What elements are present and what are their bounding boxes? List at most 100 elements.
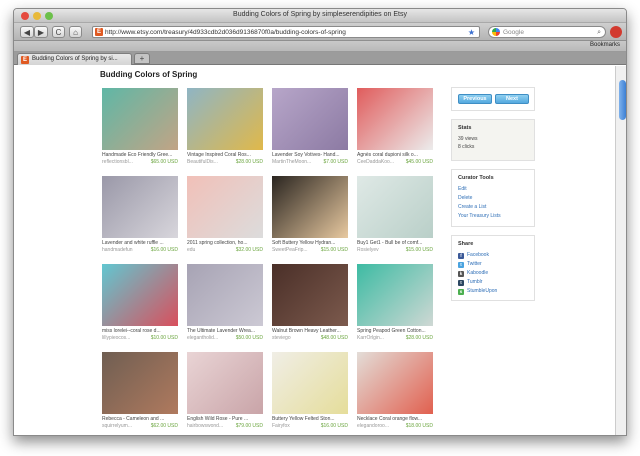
treasury-item[interactable]: English Wild Rose - Pure ... hairbowswond… xyxy=(185,350,265,432)
item-shop[interactable]: steviego xyxy=(272,335,291,341)
stumbleupon-icon: s xyxy=(458,288,464,295)
share-tumblr-link[interactable]: t Tumblr xyxy=(458,278,534,287)
treasury-item[interactable]: Lavender Soy Votives- Hand... MartinTheMo… xyxy=(270,86,350,168)
tab-active[interactable]: E Budding Colors of Spring by si... xyxy=(17,53,132,65)
scrollbar-thumb[interactable] xyxy=(619,80,626,120)
treasury-item[interactable]: Walnut Brown Heavy Leather... steviego $48… xyxy=(270,262,350,344)
item-thumbnail[interactable] xyxy=(272,176,348,238)
item-thumbnail[interactable] xyxy=(357,352,433,414)
treasury-item[interactable]: Rebecca - Cameleon and ... squirrelyum...… xyxy=(100,350,180,432)
tumblr-icon: t xyxy=(458,279,464,286)
item-thumbnail[interactable] xyxy=(357,176,433,238)
item-title[interactable]: Agnès coral dupioni silk o... xyxy=(357,152,433,158)
item-shop[interactable]: BeautifulDis... xyxy=(187,159,218,165)
item-price: $79.00 USD xyxy=(235,423,263,429)
item-thumbnail[interactable] xyxy=(102,88,178,150)
treasury-item[interactable]: 2011 spring collection, ho... edu $32.00 U… xyxy=(185,174,265,256)
delete-link[interactable]: Delete xyxy=(458,194,534,203)
item-title[interactable]: Lavender and white ruffle ... xyxy=(102,240,178,246)
item-meta: KarrOrlgin... $28.00 USD xyxy=(357,335,433,341)
item-shop[interactable]: lillypieocos... xyxy=(102,335,130,341)
treasury-item[interactable]: Spring Peapod Green Cotton... KarrOrlgin.… xyxy=(355,262,435,344)
share-facebook-link[interactable]: f Facebook xyxy=(458,251,534,260)
item-title[interactable]: Spring Peapod Green Cotton... xyxy=(357,328,433,334)
bookmark-star-icon[interactable]: ★ xyxy=(468,27,475,37)
addon-icon[interactable] xyxy=(610,26,622,38)
item-title[interactable]: Vintage Inspired Coral Ros... xyxy=(187,152,263,158)
item-title[interactable]: Buy1 Get1 - Bull be of comf... xyxy=(357,240,433,246)
item-title[interactable]: The Ultimate Lavender Wrea... xyxy=(187,328,263,334)
item-title[interactable]: Rebecca - Cameleon and ... xyxy=(102,416,178,422)
item-meta: reflectionsbl... $65.00 USD xyxy=(102,159,178,165)
item-thumbnail[interactable] xyxy=(187,88,263,150)
treasury-item[interactable]: Handmade Eco Friendly Gree... reflections… xyxy=(100,86,180,168)
item-thumbnail[interactable] xyxy=(102,176,178,238)
item-title[interactable]: Handmade Eco Friendly Gree... xyxy=(102,152,178,158)
item-title[interactable]: Necklace Coral orange flow... xyxy=(357,416,433,422)
item-shop[interactable]: squirrelyum... xyxy=(102,423,132,429)
item-shop[interactable]: Rosielyev xyxy=(357,247,379,253)
item-shop[interactable]: hairbowswond... xyxy=(187,423,223,429)
item-thumbnail[interactable] xyxy=(187,176,263,238)
item-shop[interactable]: elegandoroo... xyxy=(357,423,389,429)
item-thumbnail[interactable] xyxy=(357,88,433,150)
item-title[interactable]: miss lorelei--coral rose d... xyxy=(102,328,178,334)
item-shop[interactable]: edu xyxy=(187,247,195,253)
create-list-link[interactable]: Create a List xyxy=(458,203,534,212)
treasury-item[interactable]: Vintage Inspired Coral Ros... BeautifulDi… xyxy=(185,86,265,168)
item-thumbnail[interactable] xyxy=(272,264,348,326)
item-shop[interactable]: elegantholid... xyxy=(187,335,218,341)
address-bar[interactable]: E http://www.etsy.com/treasury/4d933cdb2… xyxy=(92,26,480,38)
share-kaboodle-link[interactable]: k Kaboodle xyxy=(458,269,534,278)
forward-button[interactable]: ▶ xyxy=(34,26,48,38)
item-meta: squirrelyum... $62.00 USD xyxy=(102,423,178,429)
previous-button[interactable]: Previous xyxy=(458,94,492,104)
item-shop[interactable]: reflectionsbl... xyxy=(102,159,133,165)
item-title[interactable]: 2011 spring collection, ho... xyxy=(187,240,263,246)
item-meta: Fairyfox $16.00 USD xyxy=(272,423,348,429)
new-tab-button[interactable]: + xyxy=(134,53,150,64)
item-shop[interactable]: MartinTheMoon... xyxy=(272,159,311,165)
item-thumbnail[interactable] xyxy=(272,352,348,414)
page-content: Budding Colors of Spring Handmade Eco Fr… xyxy=(14,66,615,435)
item-meta: Rosielyev $15.00 USD xyxy=(357,247,433,253)
edit-link[interactable]: Edit xyxy=(458,185,534,194)
treasury-item[interactable]: Buttery Yellow Felted Ston... Fairyfox $16… xyxy=(270,350,350,432)
search-field[interactable]: Google ⌕ xyxy=(488,26,606,38)
item-title[interactable]: Lavender Soy Votives- Hand... xyxy=(272,152,348,158)
share-panel: Share f Facebook t Twitter k Kaboodle t Tumblr s… xyxy=(451,235,535,301)
back-button[interactable]: ◀ xyxy=(20,26,34,38)
next-button[interactable]: Next xyxy=(495,94,529,104)
treasury-item[interactable]: Soft Buttery Yellow Hydran... SweetPeaFri… xyxy=(270,174,350,256)
treasury-item[interactable]: Necklace Coral orange flow... elegandoroo… xyxy=(355,350,435,432)
item-shop[interactable]: handmadefun xyxy=(102,247,133,253)
item-shop[interactable]: SweetPeaFrip... xyxy=(272,247,308,253)
treasury-item[interactable]: Lavender and white ruffle ... handmadefun… xyxy=(100,174,180,256)
item-thumbnail[interactable] xyxy=(187,264,263,326)
item-thumbnail[interactable] xyxy=(102,264,178,326)
item-thumbnail[interactable] xyxy=(187,352,263,414)
item-title[interactable]: Soft Buttery Yellow Hydran... xyxy=(272,240,348,246)
item-title[interactable]: Buttery Yellow Felted Ston... xyxy=(272,416,348,422)
share-stumbleupon-link[interactable]: s StumbleUpon xyxy=(458,287,534,296)
treasury-item[interactable]: The Ultimate Lavender Wrea... elegantholi… xyxy=(185,262,265,344)
item-shop[interactable]: KarrOrlgin... xyxy=(357,335,384,341)
magnifier-icon[interactable]: ⌕ xyxy=(597,27,601,38)
item-title[interactable]: Walnut Brown Heavy Leather... xyxy=(272,328,348,334)
bookmarks-menu[interactable]: Bookmarks xyxy=(590,42,620,48)
treasury-item[interactable]: miss lorelei--coral rose d... lillypieoco… xyxy=(100,262,180,344)
item-thumbnail[interactable] xyxy=(357,264,433,326)
share-twitter-link[interactable]: t Twitter xyxy=(458,260,534,269)
item-shop[interactable]: CeeDaddaKoo... xyxy=(357,159,394,165)
treasury-item[interactable]: Agnès coral dupioni silk o... CeeDaddaKoo… xyxy=(355,86,435,168)
item-thumbnail[interactable] xyxy=(102,352,178,414)
item-thumbnail[interactable] xyxy=(272,88,348,150)
item-shop[interactable]: Fairyfox xyxy=(272,423,290,429)
treasury-item[interactable]: Buy1 Get1 - Bull be of comf... Rosielyev $… xyxy=(355,174,435,256)
reload-button[interactable]: C xyxy=(52,26,65,38)
treasury-lists-link[interactable]: Your Treasury Lists xyxy=(458,212,534,221)
home-button[interactable]: ⌂ xyxy=(69,26,82,38)
item-title[interactable]: English Wild Rose - Pure ... xyxy=(187,416,263,422)
item-price: $16.00 USD xyxy=(320,423,348,429)
vertical-scrollbar[interactable] xyxy=(615,66,626,435)
